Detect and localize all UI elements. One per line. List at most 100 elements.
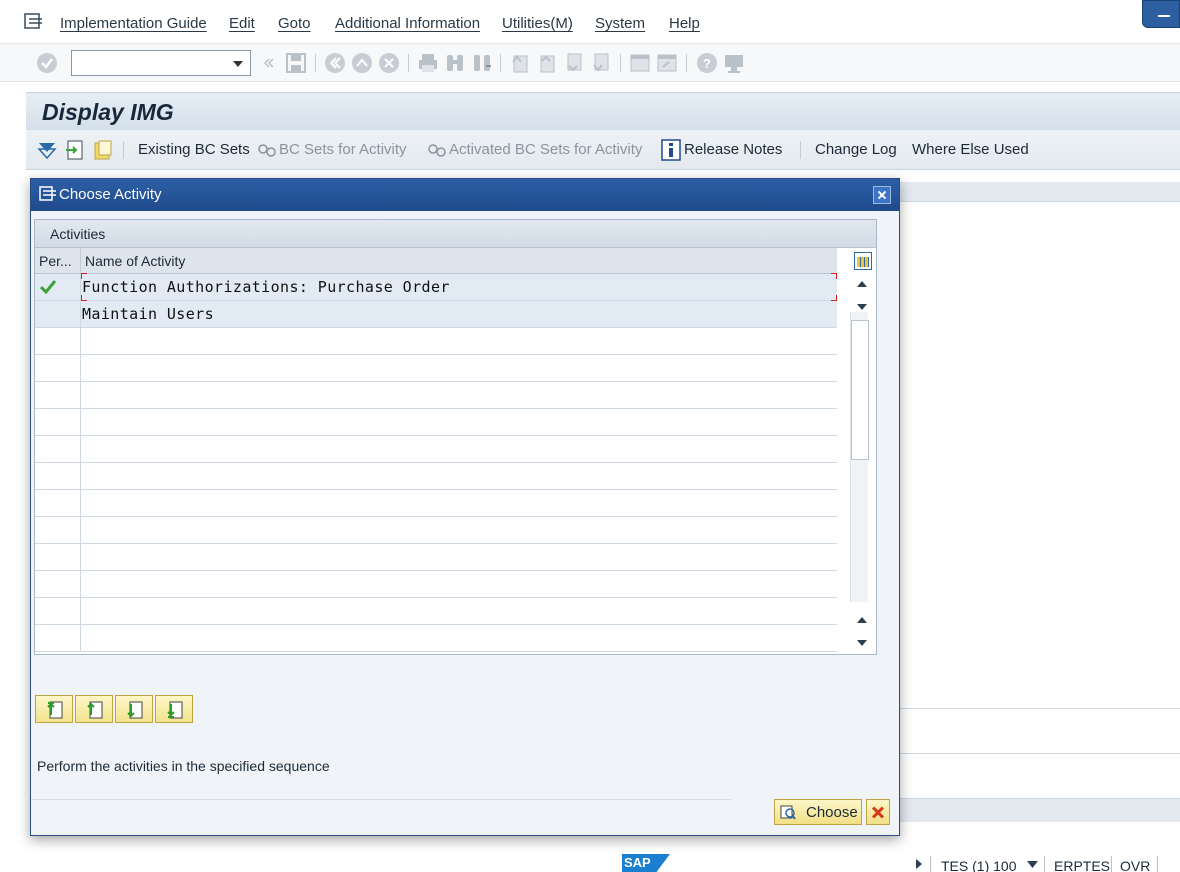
activity-name-cell[interactable] [81,598,837,624]
expand-subtree-icon[interactable] [36,139,58,161]
performed-cell[interactable] [35,571,81,597]
scroll-thumb[interactable] [851,320,869,460]
performed-cell[interactable] [35,382,81,408]
activity-name-cell[interactable] [81,436,837,462]
performed-cell[interactable] [35,274,81,300]
note-icon[interactable] [92,139,114,161]
command-field[interactable] [71,50,251,76]
change-log-button[interactable]: Change Log [815,141,897,158]
performed-cell[interactable] [35,598,81,624]
menu-icon[interactable] [24,13,44,31]
minimize-window-button[interactable] [1142,0,1180,28]
table-row[interactable] [35,517,837,544]
performed-cell[interactable] [35,301,81,327]
performed-cell[interactable] [35,517,81,543]
scroll-page-down-icon[interactable] [857,640,867,646]
table-row[interactable] [35,436,837,463]
help-icon[interactable]: ? [696,52,718,74]
dialog-menu-icon[interactable] [39,186,57,202]
activity-name-cell[interactable] [81,382,837,408]
activity-name-cell[interactable] [81,571,837,597]
bc-sets-for-activity-button[interactable]: BC Sets for Activity [279,141,407,158]
where-else-used-button[interactable]: Where Else Used [912,141,1029,158]
table-row[interactable] [35,598,837,625]
cancel-icon[interactable] [378,52,400,74]
menu-system[interactable]: System [595,15,645,32]
menu-utilities[interactable]: Utilities(M) [502,15,573,32]
choose-button[interactable]: Choose [774,799,862,825]
activity-name-cell[interactable] [81,544,837,570]
collapse-icon[interactable] [260,52,274,74]
existing-bc-sets-button[interactable]: Existing BC Sets [138,141,250,158]
last-page-icon[interactable] [590,52,612,74]
table-row[interactable] [35,328,837,355]
scroll-page-up-icon[interactable] [857,617,867,623]
enter-icon[interactable] [36,52,58,74]
performed-cell[interactable] [35,625,81,651]
scroll-up-icon[interactable] [857,281,867,287]
activity-name-cell[interactable] [81,355,837,381]
activity-name-cell[interactable] [81,463,837,489]
print-icon[interactable] [417,52,439,74]
move-to-top-button[interactable] [35,695,73,723]
table-row[interactable] [35,382,837,409]
cancel-button[interactable] [866,799,890,825]
move-to-bottom-button[interactable] [155,695,193,723]
table-row[interactable] [35,355,837,382]
table-row[interactable] [35,625,837,652]
activity-name-cell[interactable]: Function Authorizations: Purchase Order [81,274,837,300]
performed-cell[interactable] [35,409,81,435]
performed-cell[interactable] [35,436,81,462]
performed-cell[interactable] [35,328,81,354]
table-row[interactable] [35,571,837,598]
menu-implementation-guide[interactable]: Implementation Guide [60,15,207,32]
performed-cell[interactable] [35,355,81,381]
layout-icon[interactable] [723,52,745,74]
menu-goto[interactable]: Goto [278,15,311,32]
table-row[interactable] [35,544,837,571]
performed-cell[interactable] [35,490,81,516]
release-notes-button[interactable]: Release Notes [684,141,782,158]
table-row[interactable] [35,490,837,517]
find-icon[interactable] [444,52,466,74]
first-page-icon[interactable] [509,52,531,74]
column-header-performed[interactable]: Per... [35,248,81,274]
scroll-track[interactable] [850,312,869,602]
column-settings-icon[interactable] [854,252,872,270]
insert-mode[interactable]: OVR [1120,858,1150,872]
performed-cell[interactable] [35,463,81,489]
column-header-name[interactable]: Name of Activity [81,248,837,274]
new-session-icon[interactable] [629,52,651,74]
move-up-button[interactable] [75,695,113,723]
position-icon[interactable] [64,139,86,161]
system-dropdown-icon[interactable] [1027,861,1038,869]
system-info[interactable]: TES (1) 100 [941,858,1016,872]
activity-name-cell[interactable] [81,328,837,354]
menu-edit[interactable]: Edit [229,15,255,32]
table-row[interactable] [35,409,837,436]
save-icon[interactable] [285,52,307,74]
activity-name-cell[interactable]: Maintain Users [81,301,837,327]
table-row[interactable]: Maintain Users [35,301,837,328]
table-row[interactable] [35,463,837,490]
vertical-scrollbar[interactable] [847,248,876,654]
status-expand-icon[interactable] [914,858,924,870]
back-icon[interactable] [324,52,346,74]
menu-additional-information[interactable]: Additional Information [335,15,480,32]
performed-cell[interactable] [35,544,81,570]
activated-bc-sets-button[interactable]: Activated BC Sets for Activity [449,141,642,158]
table-row[interactable]: Function Authorizations: Purchase Order [35,273,837,301]
menu-help[interactable]: Help [669,15,700,32]
next-page-icon[interactable] [563,52,585,74]
activity-name-cell[interactable] [81,517,837,543]
activity-name-cell[interactable] [81,490,837,516]
find-next-icon[interactable] [471,52,493,74]
close-icon[interactable] [873,186,891,204]
scroll-down-icon[interactable] [857,304,867,310]
activity-name-cell[interactable] [81,409,837,435]
activity-name-cell[interactable] [81,625,837,651]
exit-icon[interactable] [351,52,373,74]
prev-page-icon[interactable] [536,52,558,74]
shortcut-icon[interactable] [656,52,678,74]
move-down-button[interactable] [115,695,153,723]
